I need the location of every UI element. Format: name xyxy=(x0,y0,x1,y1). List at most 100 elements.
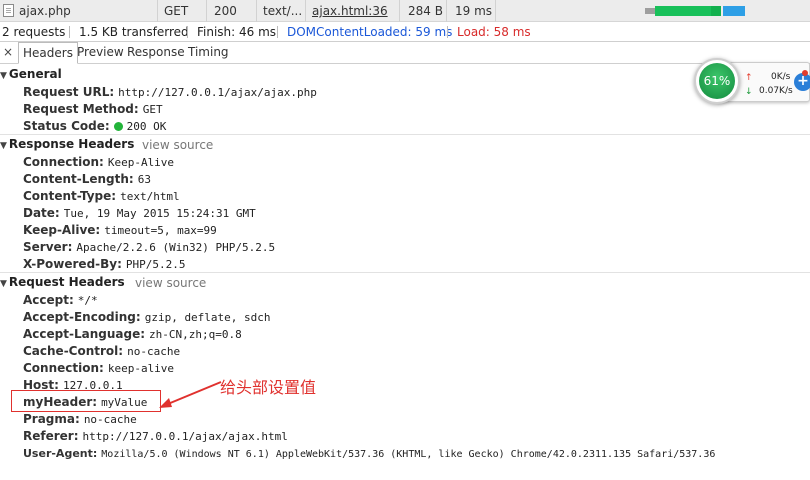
response-header-row: Server: Apache/2.2.6 (Win32) PHP/5.2.5 xyxy=(23,239,275,256)
header-value: Tue, 19 May 2015 15:24:31 GMT xyxy=(63,207,256,220)
request-headers-title: Request Headers xyxy=(8,275,125,289)
upload-speed: 0K/s xyxy=(771,72,791,82)
header-key: Connection: xyxy=(23,155,104,169)
collapse-triangle-icon[interactable]: ▼ xyxy=(0,141,7,151)
general-row-request-url: Request URL: http://127.0.0.1/ajax/ajax.p… xyxy=(23,84,317,101)
network-summary-bar: 2 requests 1.5 KB transferred Finish: 46… xyxy=(0,22,810,42)
header-key: Request URL: xyxy=(23,85,115,99)
request-headers-view-source-link[interactable]: view source xyxy=(135,276,206,290)
collapse-triangle-icon[interactable]: ▼ xyxy=(0,279,7,289)
tab-response[interactable]: Response xyxy=(127,45,185,59)
header-key: Content-Length: xyxy=(23,172,134,186)
header-key: Request Method: xyxy=(23,102,139,116)
response-header-row: Connection: Keep-Alive xyxy=(23,154,174,171)
network-request-row[interactable]: ajax.php GET 200 text/... ajax.html:36 2… xyxy=(0,0,810,22)
response-headers-section-header[interactable]: ▼ Response Headers xyxy=(0,137,134,151)
request-method: GET xyxy=(164,4,189,18)
header-value: http://127.0.0.1/ajax/ajax.php xyxy=(118,86,317,99)
tab-preview[interactable]: Preview xyxy=(77,45,124,59)
header-value: 63 xyxy=(137,173,151,186)
request-time: 19 ms xyxy=(455,4,493,18)
response-headers-title: Response Headers xyxy=(8,137,135,151)
header-value: 200 OK xyxy=(126,120,167,133)
details-tab-bar: × Headers Preview Response Timing xyxy=(0,42,810,64)
section-divider xyxy=(0,272,810,273)
request-headers-section-header[interactable]: ▼ Request Headers xyxy=(0,275,125,289)
arrow-up-icon: ↑ xyxy=(745,73,753,83)
memory-gauge[interactable]: 61% xyxy=(694,58,740,104)
header-value: timeout=5, max=99 xyxy=(104,224,217,237)
response-header-row: Content-Length: 63 xyxy=(23,171,151,188)
request-status: 200 xyxy=(214,4,237,18)
header-value: */* xyxy=(77,294,98,307)
response-header-row: Keep-Alive: timeout=5, max=99 xyxy=(23,222,217,239)
header-value: keep-alive xyxy=(107,362,175,375)
header-value: Apache/2.2.6 (Win32) PHP/5.2.5 xyxy=(76,241,276,254)
request-header-row: Accept-Encoding: gzip, deflate, sdch xyxy=(23,309,271,326)
header-value: text/html xyxy=(120,190,180,203)
timeline-download-segment xyxy=(723,6,745,16)
header-key: Status Code: xyxy=(23,119,110,133)
request-header-row: Cache-Control: no-cache xyxy=(23,343,180,360)
annotation-label: 给头部设置值 xyxy=(220,378,317,397)
summary-requests: 2 requests xyxy=(2,25,66,39)
request-header-row: User-Agent: Mozilla/5.0 (Windows NT 6.1) … xyxy=(23,445,715,462)
timeline-ttfb-end-segment xyxy=(711,6,721,16)
general-title: General xyxy=(8,67,62,81)
plus-button[interactable]: + xyxy=(794,73,810,91)
summary-divider xyxy=(69,26,70,38)
summary-load: Load: 58 ms xyxy=(457,25,531,39)
general-row-status-code: Status Code: 200 OK xyxy=(23,118,166,135)
tab-headers[interactable]: Headers xyxy=(18,42,78,64)
header-value: no-cache xyxy=(127,345,181,358)
header-value: GET xyxy=(142,103,163,116)
header-key: Date: xyxy=(23,206,60,220)
tab-timing[interactable]: Timing xyxy=(188,45,229,59)
general-section-header[interactable]: ▼ General xyxy=(0,67,62,81)
timeline-waiting-segment xyxy=(645,8,655,14)
header-value: zh-CN,zh;q=0.8 xyxy=(149,328,242,341)
column-divider xyxy=(495,0,496,22)
close-icon[interactable]: × xyxy=(3,45,13,59)
request-header-row: Connection: keep-alive xyxy=(23,360,174,377)
highlight-box xyxy=(11,390,161,412)
header-key: Accept: xyxy=(23,293,74,307)
header-value: gzip, deflate, sdch xyxy=(144,311,271,324)
header-key: Keep-Alive: xyxy=(23,223,101,237)
response-header-row: Content-Type: text/html xyxy=(23,188,180,205)
summary-divider xyxy=(187,26,188,38)
header-key: Cache-Control: xyxy=(23,344,124,358)
request-header-row: Accept: */* xyxy=(23,292,98,309)
response-header-row: Date: Tue, 19 May 2015 15:24:31 GMT xyxy=(23,205,256,222)
download-speed: 0.07K/s xyxy=(759,86,793,96)
column-divider xyxy=(305,0,306,22)
file-icon xyxy=(3,4,14,17)
header-key: Connection: xyxy=(23,361,104,375)
header-key: Referer: xyxy=(23,429,79,443)
gauge-fill: 61% xyxy=(699,63,735,99)
column-divider xyxy=(206,0,207,22)
summary-finish: Finish: 46 ms xyxy=(197,25,277,39)
summary-domcontentloaded: DOMContentLoaded: 59 ms xyxy=(287,25,453,39)
header-key: X-Powered-By: xyxy=(23,257,122,271)
collapse-triangle-icon[interactable]: ▼ xyxy=(0,71,7,81)
request-size: 284 B xyxy=(408,4,443,18)
request-header-row: Referer: http://127.0.0.1/ajax/ajax.html xyxy=(23,428,288,445)
header-value: PHP/5.2.5 xyxy=(125,258,186,271)
header-key: Content-Type: xyxy=(23,189,117,203)
network-speed-widget[interactable]: ↑ 0K/s ↓ 0.07K/s 61% + xyxy=(694,58,810,108)
request-initiator-link[interactable]: ajax.html:36 xyxy=(312,4,388,18)
annotation-arrow-icon xyxy=(159,381,222,408)
column-divider xyxy=(256,0,257,22)
general-row-request-method: Request Method: GET xyxy=(23,101,163,118)
arrow-down-icon: ↓ xyxy=(745,87,753,97)
header-value: no-cache xyxy=(83,413,137,426)
status-dot-icon xyxy=(113,122,123,131)
summary-divider xyxy=(277,26,278,38)
response-header-row: X-Powered-By: PHP/5.2.5 xyxy=(23,256,186,273)
header-key: Accept-Language: xyxy=(23,327,146,341)
column-divider xyxy=(446,0,447,22)
request-type: text/... xyxy=(263,4,303,18)
response-headers-view-source-link[interactable]: view source xyxy=(142,138,213,152)
request-name[interactable]: ajax.php xyxy=(19,4,71,18)
